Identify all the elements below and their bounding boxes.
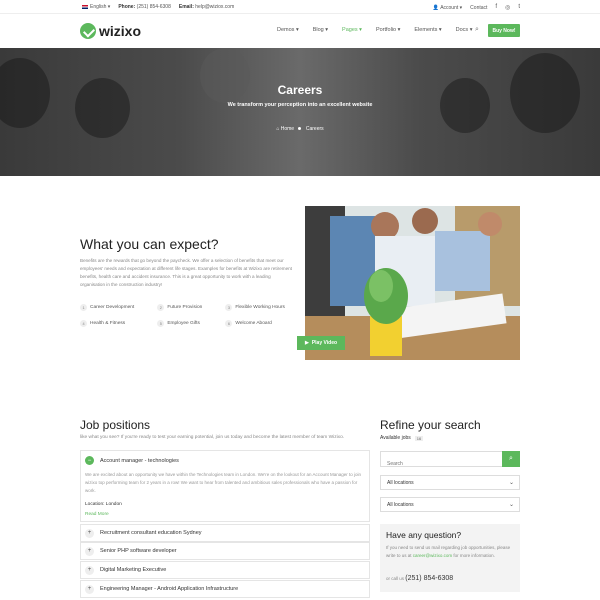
benefit-item: 5 Employee Gifts — [157, 320, 217, 327]
logo-icon — [80, 23, 96, 39]
benefit-item: 4 Health & Fitness — [80, 320, 149, 327]
buy-now-button[interactable]: Buy Now! — [488, 24, 520, 37]
search-icon[interactable]: ⌕ — [475, 26, 479, 34]
question-text: If you need to send us mail regarding jo… — [386, 545, 511, 558]
account-link[interactable]: 👤 Account ▾ — [433, 5, 462, 11]
play-video-button[interactable]: ▶ Play Video — [297, 336, 345, 350]
hero-subtitle: We transform your perception into an exc… — [227, 102, 373, 108]
instagram-icon[interactable]: ◎ — [505, 4, 510, 11]
benefit-item: 3 Flexible Working Hours — [225, 304, 300, 311]
plus-icon: + — [85, 528, 94, 538]
expect-heading: What you can expect? — [80, 236, 219, 252]
search-icon: ⌕ — [509, 455, 513, 462]
nav-demos[interactable]: Demos ▾ — [277, 27, 299, 33]
main-nav: Demos ▾ Blog ▾ Pages ▾ Portfolio ▾ Eleme… — [277, 27, 472, 33]
play-icon: ▶ — [304, 340, 309, 346]
question-box: Have any question? If you need to send u… — [380, 524, 520, 592]
nav-docs[interactable]: Docs ▾ — [456, 27, 473, 33]
twitter-icon[interactable]: t — [518, 4, 520, 11]
job-toggle[interactable]: − Account manager - technologies — [85, 456, 179, 465]
plus-icon: + — [85, 584, 94, 594]
chevron-down-icon: ⌄ — [508, 502, 514, 508]
top-bar: English ▾ Phone: (251) 854-6308 Email: h… — [0, 0, 600, 14]
chevron-down-icon: ⌄ — [508, 480, 514, 486]
job-location: Location: London — [85, 502, 122, 507]
benefit-item: 1 Career Development — [80, 304, 149, 311]
call-info: or call us (251) 854-6308 — [386, 575, 454, 582]
benefit-item: 6 Welcome Aboard — [225, 320, 300, 327]
job-accordion-item[interactable]: + Recruitment consultant education Sydne… — [80, 524, 370, 542]
nav-elements[interactable]: Elements ▾ — [414, 27, 441, 33]
phone-info: Phone: (251) 854-6308 — [118, 4, 171, 10]
benefits-list: 1 Career Development 2 Future Provision 3F… — [80, 304, 300, 327]
job-accordion-item[interactable]: + Engineering Manager - Android Applicat… — [80, 580, 370, 598]
job-description: We are excited about an opportunity we h… — [85, 472, 362, 493]
location-select[interactable]: All locations ⌄ — [380, 475, 520, 490]
nav-blog[interactable]: Blog ▾ — [313, 27, 328, 33]
breadcrumb: ⌂ Home Careers — [0, 126, 600, 132]
read-more-link[interactable]: Read More — [85, 512, 109, 517]
question-heading: Have any question? — [386, 530, 462, 540]
job-accordion-item[interactable]: + Digital Marketing Executive — [80, 561, 370, 579]
search-button[interactable]: ⌕ — [502, 451, 520, 467]
location-select-2[interactable]: All locations ⌄ — [380, 497, 520, 512]
job-accordion-open: − Account manager - technologies We are … — [80, 450, 370, 522]
email-info[interactable]: Email: help@wiziox.com — [179, 4, 234, 10]
jobs-subtitle: like what you see? If you're ready to te… — [80, 435, 345, 440]
jobs-count-badge: 16 — [414, 435, 424, 441]
job-search: ⌕ — [380, 451, 520, 471]
breadcrumb-separator — [298, 127, 302, 131]
contact-link[interactable]: Contact — [470, 5, 487, 11]
breadcrumb-current: Careers — [305, 126, 324, 132]
benefit-item: 2 Future Provision — [157, 304, 217, 311]
nav-portfolio[interactable]: Portfolio ▾ — [376, 27, 400, 33]
language-selector[interactable]: English ▾ — [82, 4, 110, 10]
breadcrumb-home[interactable]: ⌂ Home — [276, 126, 294, 132]
refine-heading: Refine your search — [380, 418, 481, 432]
jobs-heading: Job positions — [80, 418, 151, 432]
page-title: Careers — [277, 83, 323, 97]
minus-icon: − — [85, 456, 94, 465]
plus-icon: + — [85, 546, 94, 556]
career-email-link[interactable]: career@wizixo.com — [413, 553, 452, 558]
available-jobs: Available jobs 16 — [380, 435, 424, 441]
nav-pages[interactable]: Pages ▾ — [342, 27, 362, 33]
plus-icon: + — [85, 565, 94, 575]
uk-flag-icon — [82, 4, 88, 9]
search-input[interactable] — [381, 457, 501, 471]
job-accordion-item[interactable]: + Senior PHP software developer — [80, 542, 370, 560]
expect-description: Benefits are the rewards that go beyond … — [80, 258, 292, 287]
main-header: wizixo Demos ▾ Blog ▾ Pages ▾ Portfolio … — [0, 14, 600, 48]
hero-banner: Careers We transform your perception int… — [0, 48, 600, 176]
phone-number[interactable]: (251) 854-6308 — [405, 575, 453, 582]
logo[interactable]: wizixo — [80, 23, 141, 39]
facebook-icon[interactable]: f — [495, 4, 497, 11]
